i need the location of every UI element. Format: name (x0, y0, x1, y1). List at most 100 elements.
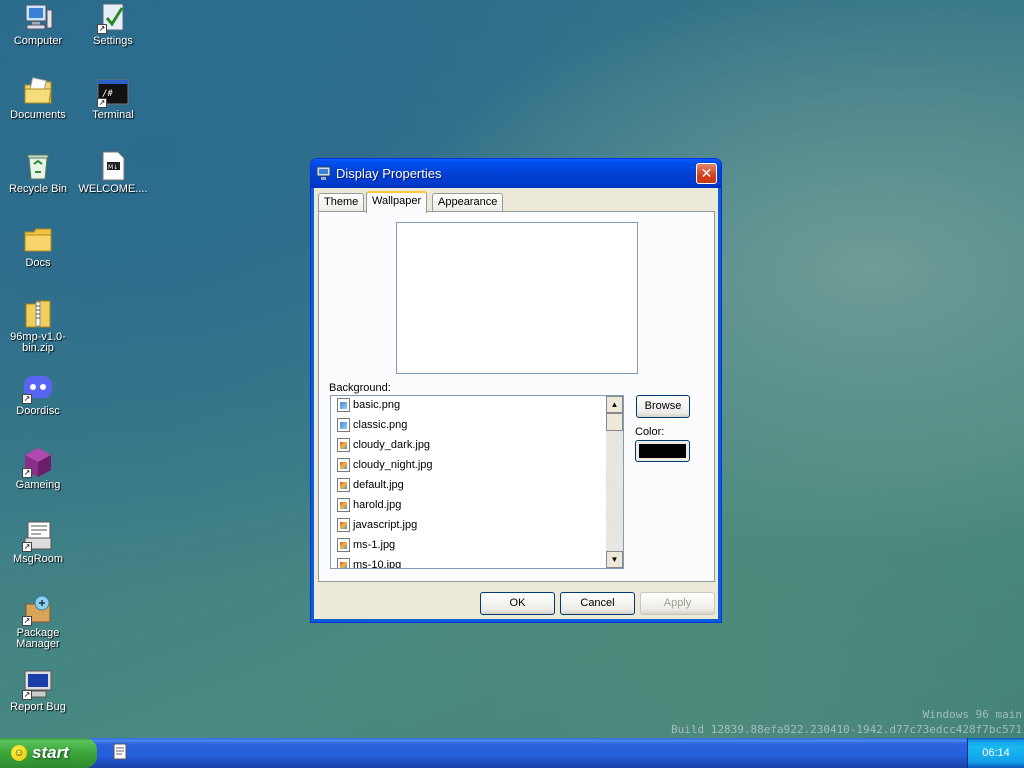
color-picker-button[interactable] (635, 440, 690, 462)
start-label: start (32, 743, 69, 762)
start-logo-icon: ☺ (11, 745, 27, 761)
desktop-icon-label: Documents (10, 109, 66, 121)
desktop-icon-label: MsgRoom (12, 553, 64, 565)
jpg-file-icon (337, 518, 350, 533)
wallpaper-tab-panel: Background: basic.png classic.png cloudy… (318, 211, 715, 582)
system-tray: 06:14 (967, 738, 1024, 768)
display-properties-window: Display Properties ✕ Theme Wallpaper App… (310, 158, 722, 623)
window-title: Display Properties (336, 166, 442, 181)
desktop-icon-label: Doordisc (16, 405, 60, 417)
scroll-up-button[interactable]: ▲ (606, 396, 623, 413)
desktop-icon-label: Settings (93, 35, 133, 47)
desktop-icon-recycle-bin[interactable]: Recycle Bin (0, 150, 76, 195)
package-manager-icon: ↗ (22, 594, 54, 626)
apply-button[interactable]: Apply (640, 592, 715, 615)
discord-icon: ↗ (22, 372, 54, 404)
list-item[interactable]: cloudy_night.jpg (337, 456, 433, 474)
shortcut-arrow-icon: ↗ (22, 616, 32, 626)
tab-theme[interactable]: Theme (318, 193, 365, 211)
browse-button[interactable]: Browse (636, 395, 690, 418)
settings-icon: ↗ (97, 2, 129, 34)
desktop-icon-label: Gameing (15, 479, 61, 491)
list-item[interactable]: harold.jpg (337, 496, 401, 514)
tab-appearance[interactable]: Appearance (432, 193, 504, 211)
close-button[interactable]: ✕ (696, 163, 717, 184)
markdown-file-icon: M↓ (97, 150, 129, 182)
desktop-icon-docs[interactable]: Docs (0, 224, 76, 269)
desktop-icon-msgroom[interactable]: ↗ MsgRoom (0, 520, 76, 565)
desktop-icon-label: Report Bug (10, 701, 66, 713)
list-item[interactable]: ms-1.jpg (337, 536, 395, 554)
desktop-icon-label: Recycle Bin (8, 183, 68, 195)
desktop-icon-settings[interactable]: ↗ Settings (75, 2, 151, 47)
game-cube-icon: ↗ (22, 446, 54, 478)
folder-icon (22, 224, 54, 256)
shortcut-arrow-icon: ↗ (97, 98, 107, 108)
jpg-file-icon (337, 498, 350, 513)
color-swatch (639, 444, 686, 458)
scroll-thumb[interactable] (606, 413, 623, 431)
scroll-down-button[interactable]: ▼ (606, 551, 623, 568)
shortcut-arrow-icon: ↗ (22, 690, 32, 700)
png-file-icon (337, 418, 350, 433)
file-name: javascript.jpg (353, 519, 418, 531)
desktop-icon-zip[interactable]: 96mp-v1.0-bin.zip (0, 298, 76, 354)
desktop-icon-label: Terminal (92, 109, 134, 121)
file-name: cloudy_night.jpg (353, 459, 433, 471)
zip-file-icon (22, 298, 54, 330)
close-icon: ✕ (700, 165, 713, 181)
documents-icon (22, 76, 54, 108)
shortcut-arrow-icon: ↗ (22, 468, 32, 478)
arrow-down-icon: ▼ (610, 555, 619, 564)
list-item[interactable]: default.jpg (337, 476, 404, 494)
window-body: Theme Wallpaper Appearance Background: b… (315, 188, 717, 618)
desktop-icon-documents[interactable]: Documents (0, 76, 76, 121)
desktop-icon-report-bug[interactable]: ↗ Report Bug (0, 668, 76, 713)
terminal-icon: /# ↗ (97, 76, 129, 108)
desktop-icon-label: WELCOME.... (78, 183, 148, 195)
start-button[interactable]: ☺ start (0, 738, 97, 768)
desktop-icon-gameing[interactable]: ↗ Gameing (0, 446, 76, 491)
jpg-file-icon (337, 538, 350, 553)
listbox-scrollbar[interactable]: ▲ ▼ (606, 396, 623, 568)
shortcut-arrow-icon: ↗ (22, 542, 32, 552)
jpg-file-icon (337, 458, 350, 473)
msgroom-icon: ↗ (22, 520, 54, 552)
shortcut-arrow-icon: ↗ (22, 394, 32, 404)
list-item[interactable]: javascript.jpg (337, 516, 417, 534)
list-item[interactable]: ms-10.jpg (337, 556, 401, 568)
arrow-up-icon: ▲ (610, 400, 619, 409)
desktop-icon-computer[interactable]: Computer (0, 2, 76, 47)
file-name: basic.png (353, 399, 401, 411)
desktop-icon-label: Computer (13, 35, 63, 47)
notepad-icon (113, 743, 127, 760)
desktop-icon-welcome[interactable]: M↓ WELCOME.... (75, 150, 151, 195)
desktop-icon-doordisc[interactable]: ↗ Doordisc (0, 372, 76, 417)
color-label: Color: (635, 426, 665, 438)
file-name: cloudy_dark.jpg (353, 439, 431, 451)
display-icon (316, 166, 332, 181)
taskbar-app-display-properties[interactable] (112, 743, 128, 761)
background-listbox[interactable]: basic.png classic.png cloudy_dark.jpg cl… (330, 395, 624, 569)
clock[interactable]: 06:14 (982, 747, 1010, 759)
build-watermark-line1: Windows 96 main (922, 708, 1022, 721)
wallpaper-preview (396, 222, 638, 374)
cancel-button[interactable]: Cancel (560, 592, 635, 615)
desktop-icon-terminal[interactable]: /# ↗ Terminal (75, 76, 151, 121)
list-item[interactable]: cloudy_dark.jpg (337, 436, 430, 454)
recycle-bin-icon (22, 150, 54, 182)
desktop-icon-package-manager[interactable]: ↗ Package Manager (0, 594, 76, 650)
list-item[interactable]: basic.png (337, 396, 400, 414)
computer-icon (22, 2, 54, 34)
jpg-file-icon (337, 438, 350, 453)
background-label: Background: (329, 382, 391, 394)
list-item[interactable]: classic.png (337, 416, 407, 434)
taskbar: ☺ start 06:14 (0, 738, 1024, 768)
tab-wallpaper[interactable]: Wallpaper (366, 191, 428, 213)
ok-button[interactable]: OK (480, 592, 555, 615)
desktop-icon-label: Docs (25, 257, 51, 269)
svg-text:M↓: M↓ (108, 164, 118, 171)
report-bug-icon: ↗ (22, 668, 54, 700)
file-name: classic.png (353, 419, 408, 431)
window-titlebar[interactable]: Display Properties ✕ (311, 159, 721, 188)
